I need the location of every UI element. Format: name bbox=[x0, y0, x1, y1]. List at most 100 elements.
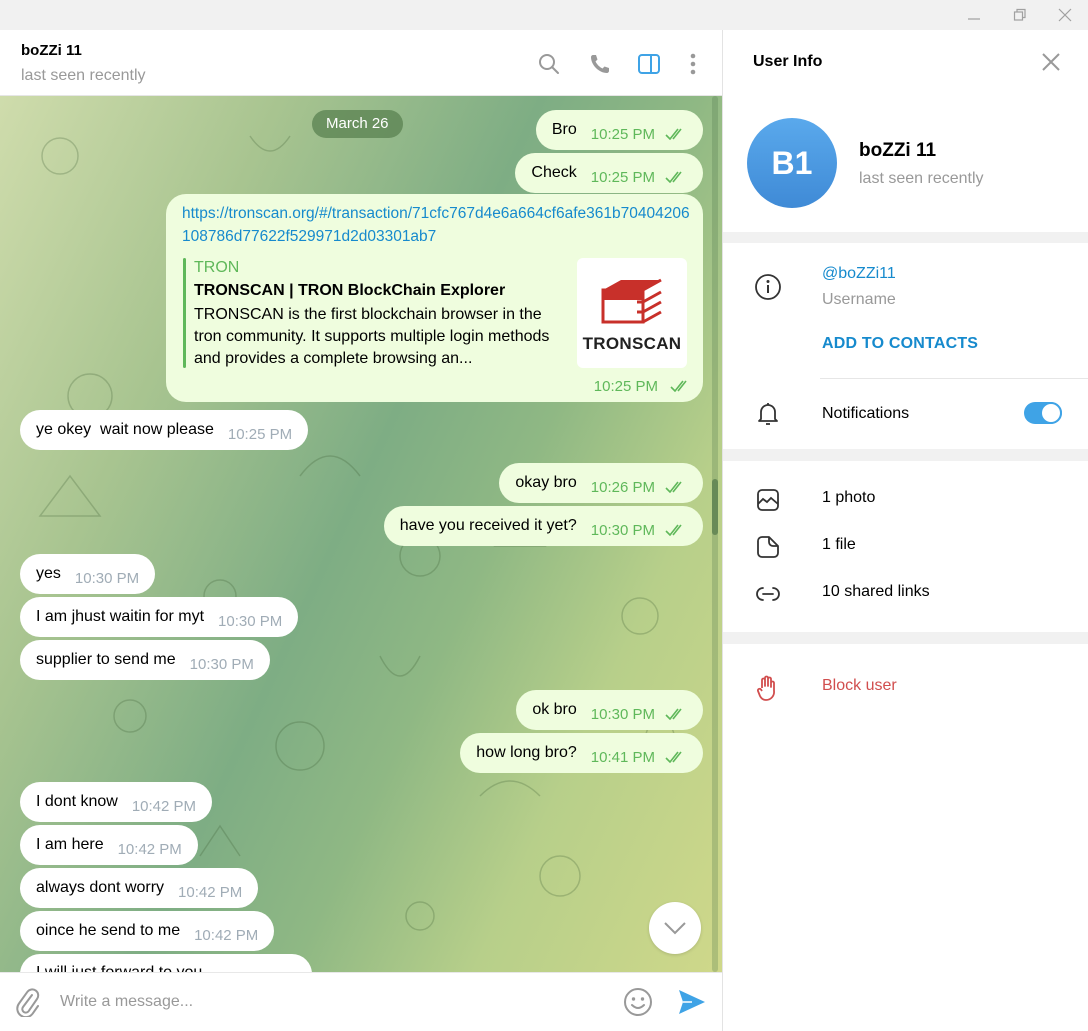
double-check-icon bbox=[665, 708, 682, 720]
message-text: Bro bbox=[551, 121, 577, 138]
double-check-icon bbox=[665, 481, 682, 493]
block-user-button[interactable]: Block user bbox=[822, 677, 897, 695]
message-text: ye okey wait now please bbox=[36, 421, 214, 438]
message-input[interactable] bbox=[60, 983, 600, 1021]
message-text: how long bro? bbox=[476, 744, 577, 761]
file-icon bbox=[757, 536, 779, 558]
message-text: I dont know bbox=[36, 793, 118, 810]
message-time: 10:30 PM bbox=[74, 569, 140, 587]
call-button[interactable] bbox=[586, 50, 614, 78]
message-incoming[interactable]: always dont worry 10:42 PM bbox=[20, 868, 259, 908]
emoji-icon bbox=[624, 988, 652, 1016]
message-incoming[interactable]: I am jhust waitin for myt 10:30 PM bbox=[20, 597, 299, 637]
profile-status: last seen recently bbox=[859, 170, 984, 187]
message-time: 10:25 PM bbox=[227, 425, 293, 443]
message-outgoing-link[interactable]: https://tronscan.org/#/transaction/71cfc… bbox=[166, 194, 703, 402]
message-outgoing[interactable]: have you received it yet? 10:30 PM bbox=[383, 506, 703, 546]
user-info-close-button[interactable] bbox=[1041, 52, 1061, 77]
chat-scrollbar-thumb[interactable] bbox=[712, 479, 718, 535]
message-incoming[interactable]: I am here 10:42 PM bbox=[20, 825, 198, 865]
message-incoming[interactable]: ye okey wait now please 10:25 PM bbox=[20, 410, 309, 450]
message-outgoing[interactable]: ok bro 10:30 PM bbox=[516, 690, 703, 730]
user-info-profile-section: User Info B1 boZZi 11 last seen recently bbox=[723, 30, 1088, 232]
emoji-button[interactable] bbox=[623, 987, 653, 1022]
message-outgoing[interactable]: how long bro? 10:41 PM bbox=[460, 733, 703, 773]
info-icon bbox=[755, 274, 781, 300]
hand-icon-wrap bbox=[754, 674, 782, 702]
chat-panel: boZZi 11 last seen recently March 26 Bro… bbox=[0, 30, 722, 1031]
paperclip-icon bbox=[16, 988, 40, 1019]
message-incoming[interactable]: I dont know 10:42 PM bbox=[20, 782, 213, 822]
notifications-label: Notifications bbox=[822, 405, 910, 422]
shared-links-link[interactable]: 10 shared links bbox=[822, 583, 930, 601]
add-to-contacts-button[interactable]: ADD TO CONTACTS bbox=[822, 335, 978, 353]
link-preview-description: TRONSCAN is the first blockchain browser… bbox=[194, 306, 550, 367]
message-incoming[interactable]: I will just forward to you bbox=[20, 954, 312, 972]
message-time: 10:30 PM bbox=[189, 655, 254, 673]
message-time: 10:25 PM bbox=[593, 378, 658, 395]
message-text: supplier to send me bbox=[36, 651, 176, 668]
message-time: 10:42 PM bbox=[117, 840, 182, 858]
username-link[interactable]: @boZZi11 bbox=[822, 265, 896, 283]
link-preview-image[interactable]: TRONSCAN bbox=[577, 258, 687, 368]
file-icon-wrap bbox=[754, 533, 782, 561]
chat-header: boZZi 11 last seen recently bbox=[0, 30, 722, 96]
row-divider bbox=[820, 378, 1088, 379]
message-incoming[interactable]: supplier to send me 10:30 PM bbox=[20, 640, 270, 680]
window-close-button[interactable] bbox=[1042, 0, 1088, 30]
message-list[interactable]: March 26 Bro 10:25 PM Check 10:25 PM htt… bbox=[0, 96, 722, 972]
double-check-icon bbox=[665, 524, 682, 536]
send-button[interactable] bbox=[678, 989, 706, 1020]
message-time: 10:30 PM bbox=[590, 521, 655, 539]
more-button[interactable] bbox=[679, 50, 707, 78]
notifications-toggle[interactable] bbox=[1024, 402, 1062, 424]
sidebar-toggle-button[interactable] bbox=[635, 50, 663, 78]
search-icon bbox=[539, 54, 559, 74]
restore-icon bbox=[1013, 8, 1026, 21]
more-vertical-icon bbox=[690, 53, 696, 75]
message-link-url[interactable]: https://tronscan.org/#/transaction/71cfc… bbox=[182, 202, 692, 248]
photo-icon bbox=[757, 489, 779, 511]
attach-button[interactable] bbox=[14, 987, 42, 1022]
message-outgoing[interactable]: okay bro 10:26 PM bbox=[499, 463, 703, 503]
message-time: 10:42 PM bbox=[131, 797, 197, 815]
message-time: 10:42 PM bbox=[194, 926, 259, 944]
message-time: 10:25 PM bbox=[590, 168, 655, 186]
message-text: ok bro bbox=[532, 701, 577, 718]
message-incoming[interactable]: oince he send to me 10:42 PM bbox=[20, 911, 275, 951]
date-separator: March 26 bbox=[312, 110, 403, 138]
toggle-knob bbox=[1040, 402, 1062, 424]
profile-name: boZZi 11 bbox=[859, 140, 937, 161]
minimize-button[interactable] bbox=[951, 0, 997, 30]
danger-section: Block user bbox=[723, 644, 1088, 1031]
double-check-icon bbox=[665, 751, 682, 763]
link-preview-title[interactable]: TRONSCAN | TRON BlockChain Explorer bbox=[194, 282, 505, 300]
shared-files-link[interactable]: 1 file bbox=[822, 536, 856, 554]
message-time: 10:30 PM bbox=[218, 612, 283, 630]
user-info-title: User Info bbox=[753, 53, 823, 70]
chevron-down-icon bbox=[664, 922, 686, 935]
user-info-panel: User Info B1 boZZi 11 last seen recently… bbox=[723, 30, 1088, 1031]
chat-title[interactable]: boZZi 11 bbox=[21, 42, 82, 59]
minimize-icon bbox=[968, 18, 980, 20]
avatar[interactable]: B1 bbox=[747, 118, 837, 208]
message-outgoing[interactable]: Bro 10:25 PM bbox=[535, 110, 703, 150]
message-outgoing[interactable]: Check 10:25 PM bbox=[515, 153, 703, 193]
shared-photos-link[interactable]: 1 photo bbox=[822, 489, 875, 507]
message-time: 10:26 PM bbox=[590, 478, 655, 496]
scroll-to-bottom-button[interactable] bbox=[649, 902, 701, 954]
info-icon-wrap bbox=[754, 273, 782, 301]
double-check-icon bbox=[665, 128, 682, 140]
message-text: I will just forward to you bbox=[36, 964, 202, 972]
message-text: Check bbox=[531, 164, 577, 181]
message-time: 10:41 PM bbox=[590, 748, 655, 766]
message-text: oince he send to me bbox=[36, 922, 181, 939]
double-check-icon bbox=[670, 380, 687, 392]
block-hand-icon bbox=[757, 675, 775, 701]
phone-icon bbox=[591, 55, 609, 73]
message-time: 10:25 PM bbox=[590, 125, 655, 143]
message-incoming[interactable]: yes 10:30 PM bbox=[20, 554, 156, 594]
bell-icon-wrap bbox=[754, 399, 782, 427]
search-button[interactable] bbox=[535, 50, 563, 78]
restore-button[interactable] bbox=[997, 0, 1043, 30]
